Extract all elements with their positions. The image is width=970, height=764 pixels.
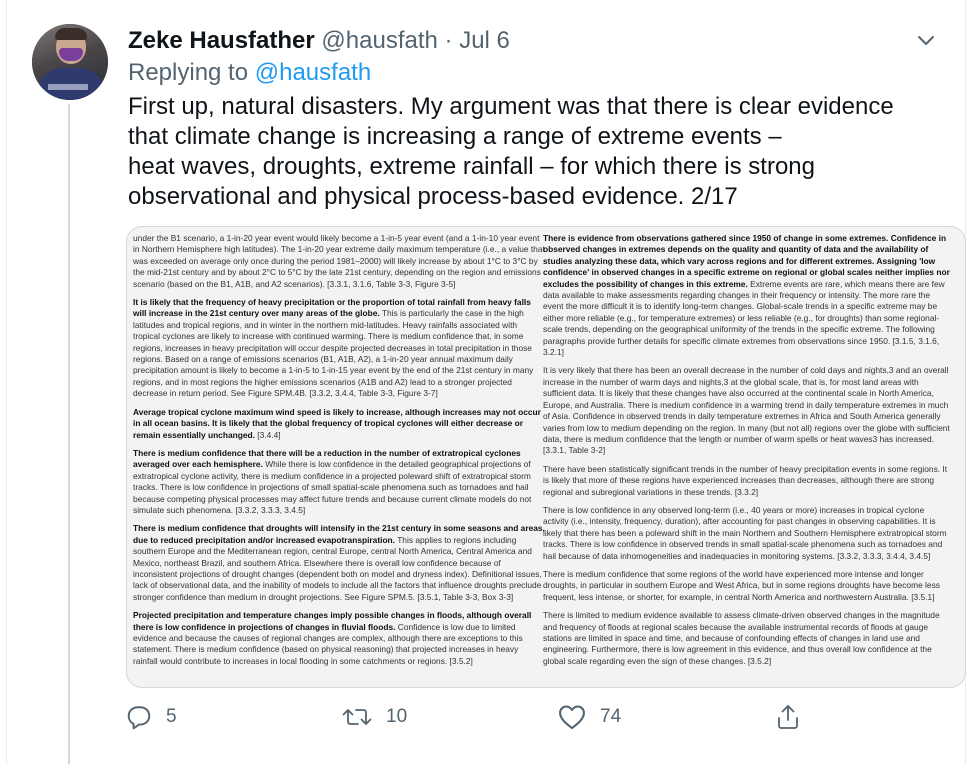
- retweet-count: 10: [386, 706, 408, 727]
- avatar[interactable]: [32, 24, 108, 100]
- replying-to-prefix: Replying to: [128, 59, 249, 86]
- tweet-actions: 5 10 74: [0, 704, 970, 734]
- document-column-right: There is evidence from observations gath…: [543, 233, 951, 674]
- timeline-border-left: [6, 0, 7, 764]
- document-paragraph: There have been statistically significan…: [543, 463, 948, 497]
- document-paragraph: There is medium confidence that droughts…: [133, 523, 545, 602]
- reply-count: 5: [166, 706, 177, 727]
- document-paragraph: There is limited to medium evidence avai…: [543, 610, 940, 666]
- thread-connector-line: [68, 104, 70, 764]
- share-button[interactable]: [776, 704, 800, 730]
- document-paragraph: under the B1 scenario, a 1-in-20 year ev…: [133, 233, 545, 289]
- document-paragraph: It is very likely that there has been an…: [543, 365, 950, 456]
- retweet-icon: [342, 709, 372, 725]
- document-paragraph: Projected precipitation and temperature …: [133, 610, 532, 666]
- document-paragraph: It is likely that the frequency of heavy…: [133, 297, 534, 399]
- author-handle[interactable]: @hausfath: [321, 27, 437, 54]
- tweet-date[interactable]: Jul 6: [459, 27, 510, 54]
- document-paragraph: There is medium confidence that there wi…: [133, 447, 532, 515]
- tweet-image[interactable]: under the B1 scenario, a 1-in-20 year ev…: [126, 226, 966, 688]
- replying-to-handle[interactable]: @hausfath: [255, 59, 371, 86]
- tweet-text: First up, natural disasters. My argument…: [128, 93, 894, 210]
- like-button[interactable]: 74: [558, 704, 621, 730]
- retweet-button[interactable]: 10: [342, 704, 407, 730]
- document-paragraph: Average tropical cyclone maximum wind sp…: [133, 406, 541, 440]
- author-name[interactable]: Zeke Hausfather: [128, 27, 315, 54]
- tweet-header: Zeke Hausfather @hausfath · Jul 6: [128, 26, 510, 56]
- replying-to: Replying to @hausfath: [128, 58, 371, 88]
- reply-button[interactable]: 5: [126, 704, 177, 730]
- document-column-left: under the B1 scenario, a 1-in-20 year ev…: [133, 233, 545, 674]
- document-paragraph: There is medium confidence that some reg…: [543, 568, 940, 602]
- heart-icon: [559, 705, 585, 730]
- header-separator: ·: [444, 27, 453, 54]
- chevron-down-icon[interactable]: [916, 30, 936, 50]
- like-count: 74: [600, 706, 622, 727]
- reply-icon: [127, 706, 151, 730]
- document-paragraph: There is low confidence in any observed …: [543, 504, 947, 561]
- document-paragraph: There is evidence from observations gath…: [543, 233, 950, 358]
- share-icon: [778, 705, 798, 729]
